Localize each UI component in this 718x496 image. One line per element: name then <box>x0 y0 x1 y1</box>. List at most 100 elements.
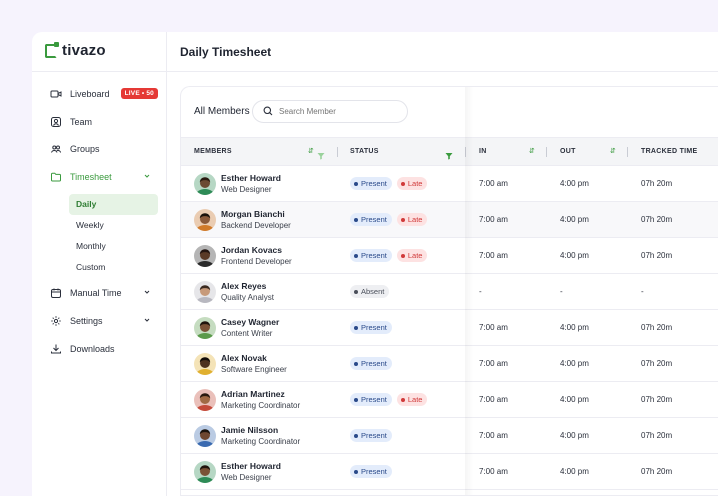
column-header-status[interactable]: STATUS <box>350 148 379 155</box>
member-role: Quality Analyst <box>221 293 274 302</box>
status-label: Late <box>407 179 423 188</box>
user-icon <box>50 116 62 128</box>
tracked-time: 07h 20m <box>641 467 673 476</box>
sidebar-item-settings[interactable]: Settings <box>50 312 160 330</box>
column-header-out[interactable]: OUT <box>560 148 576 155</box>
clock-in-time: - <box>479 287 482 296</box>
top-bar: tivazo Daily Timesheet <box>32 32 718 72</box>
avatar <box>194 389 216 411</box>
page-title: Daily Timesheet <box>180 45 272 59</box>
timesheet-subnav: Daily Weekly Monthly Custom <box>69 194 158 278</box>
members-filter-label[interactable]: All Members <box>194 106 250 117</box>
download-icon <box>50 343 62 355</box>
clock-in-time: 7:00 am <box>479 215 508 224</box>
status-label: Present <box>361 323 387 332</box>
member-name[interactable]: Alex Reyes <box>221 281 266 291</box>
member-name[interactable]: Morgan Bianchi <box>221 209 285 219</box>
clock-in-time: 7:00 am <box>479 467 508 476</box>
sort-icon[interactable]: ⇵ <box>308 147 314 155</box>
table-row[interactable]: Adrian Martinez Marketing Coordinator Pres… <box>181 382 718 418</box>
clock-in-time: 7:00 am <box>479 359 508 368</box>
filter-icon[interactable] <box>317 147 325 160</box>
status-label: Absent <box>361 287 385 296</box>
calendar-icon <box>50 287 62 299</box>
status-badges: Present Late <box>350 249 428 262</box>
subnav-item-daily[interactable]: Daily <box>69 194 158 215</box>
table-row[interactable]: Alex Novak Software Engineer Present 7:00 a… <box>181 346 718 382</box>
sidebar-item-liveboard[interactable]: Liveboard LIVE • 50 <box>50 85 160 103</box>
timesheet-panel: All Members MEMBERS ⇵ STATUS IN <box>180 86 718 496</box>
status-dot <box>354 289 358 294</box>
table-row[interactable]: Casey Wagner Content Writer Present 7:00 am… <box>181 310 718 346</box>
sidebar-item-downloads[interactable]: Downloads <box>50 340 160 358</box>
status-dot <box>354 397 358 402</box>
status-badges: Present Late <box>350 177 428 190</box>
sidebar-item-label: Groups <box>70 144 100 154</box>
table-header: MEMBERS ⇵ STATUS IN ⇵ OUT ⇵ TRACKED TIME <box>181 137 718 166</box>
member-name[interactable]: Esther Howard <box>221 173 281 183</box>
status-label: Late <box>407 395 423 404</box>
table-row[interactable]: Jamie Nilsson Marketing Coordinator Presen… <box>181 418 718 454</box>
search-input[interactable] <box>279 107 399 116</box>
member-role: Marketing Coordinator <box>221 437 301 446</box>
avatar <box>194 317 216 339</box>
member-name[interactable]: Alex Novak <box>221 353 267 363</box>
sidebar-item-timesheet[interactable]: Timesheet <box>50 168 160 186</box>
tivazo-logo-icon <box>45 41 59 58</box>
video-icon <box>50 88 62 100</box>
member-name[interactable]: Esther Howard <box>221 461 281 471</box>
status-dot <box>400 253 405 258</box>
table-row[interactable]: Esther Howard Web Designer Present Late 7:00… <box>181 166 718 202</box>
column-header-in[interactable]: IN <box>479 148 487 155</box>
sidebar-item-groups[interactable]: Groups <box>50 140 160 158</box>
app-window: tivazo Daily Timesheet Liveboard LIVE • … <box>32 32 718 496</box>
sidebar-item-label: Settings <box>70 316 103 326</box>
status-badge: Late <box>396 213 428 226</box>
sort-icon[interactable]: ⇵ <box>610 147 616 155</box>
status-label: Present <box>361 467 387 476</box>
member-name[interactable]: Jamie Nilsson <box>221 425 278 435</box>
brand-logo[interactable]: tivazo <box>45 41 106 59</box>
status-badges: Present <box>350 429 392 442</box>
status-dot <box>354 433 358 438</box>
column-header-members[interactable]: MEMBERS <box>194 148 232 155</box>
status-badge: Present <box>350 429 392 442</box>
status-dot <box>400 217 405 222</box>
member-name[interactable]: Jordan Kovacs <box>221 245 282 255</box>
member-name[interactable]: Casey Wagner <box>221 317 279 327</box>
filter-icon[interactable] <box>445 147 453 160</box>
clock-out-time: 4:00 pm <box>560 395 589 404</box>
member-role: Content Writer <box>221 329 273 338</box>
sidebar-item-team[interactable]: Team <box>50 113 160 131</box>
clock-out-time: - <box>560 287 563 296</box>
status-badge: Present <box>350 465 392 478</box>
search-box[interactable] <box>252 100 408 123</box>
clock-out-time: 4:00 pm <box>560 179 589 188</box>
table-row[interactable]: Jordan Kovacs Frontend Developer Present La… <box>181 238 718 274</box>
status-badge: Present <box>350 321 392 334</box>
clock-out-time: 4:00 pm <box>560 431 589 440</box>
table-row[interactable]: Alex Reyes Quality Analyst Absent - - - <box>181 274 718 310</box>
status-badges: Present <box>350 465 392 478</box>
avatar <box>194 245 216 267</box>
table-row[interactable]: Esther Howard Web Designer Present 7:00 am 4… <box>181 454 718 490</box>
status-badge: Absent <box>350 285 390 298</box>
chevron-down-icon[interactable] <box>142 287 152 297</box>
status-badge: Present <box>350 249 392 262</box>
subnav-item-custom[interactable]: Custom <box>69 257 158 278</box>
chevron-up-icon[interactable] <box>142 171 152 181</box>
subnav-item-monthly[interactable]: Monthly <box>69 236 158 257</box>
status-dot <box>400 397 405 402</box>
column-separator <box>546 147 547 157</box>
member-name[interactable]: Adrian Martinez <box>221 389 285 399</box>
member-role: Frontend Developer <box>221 257 292 266</box>
sidebar-item-manual-time[interactable]: Manual Time <box>50 284 160 302</box>
column-header-tracked-time[interactable]: TRACKED TIME <box>641 148 698 155</box>
subnav-item-weekly[interactable]: Weekly <box>69 215 158 236</box>
status-label: Late <box>407 215 423 224</box>
chevron-down-icon[interactable] <box>142 315 152 325</box>
table-row[interactable]: Morgan Bianchi Backend Developer Present La… <box>181 202 718 238</box>
status-dot <box>354 217 358 222</box>
status-dot <box>354 253 358 258</box>
sort-icon[interactable]: ⇵ <box>529 147 535 155</box>
